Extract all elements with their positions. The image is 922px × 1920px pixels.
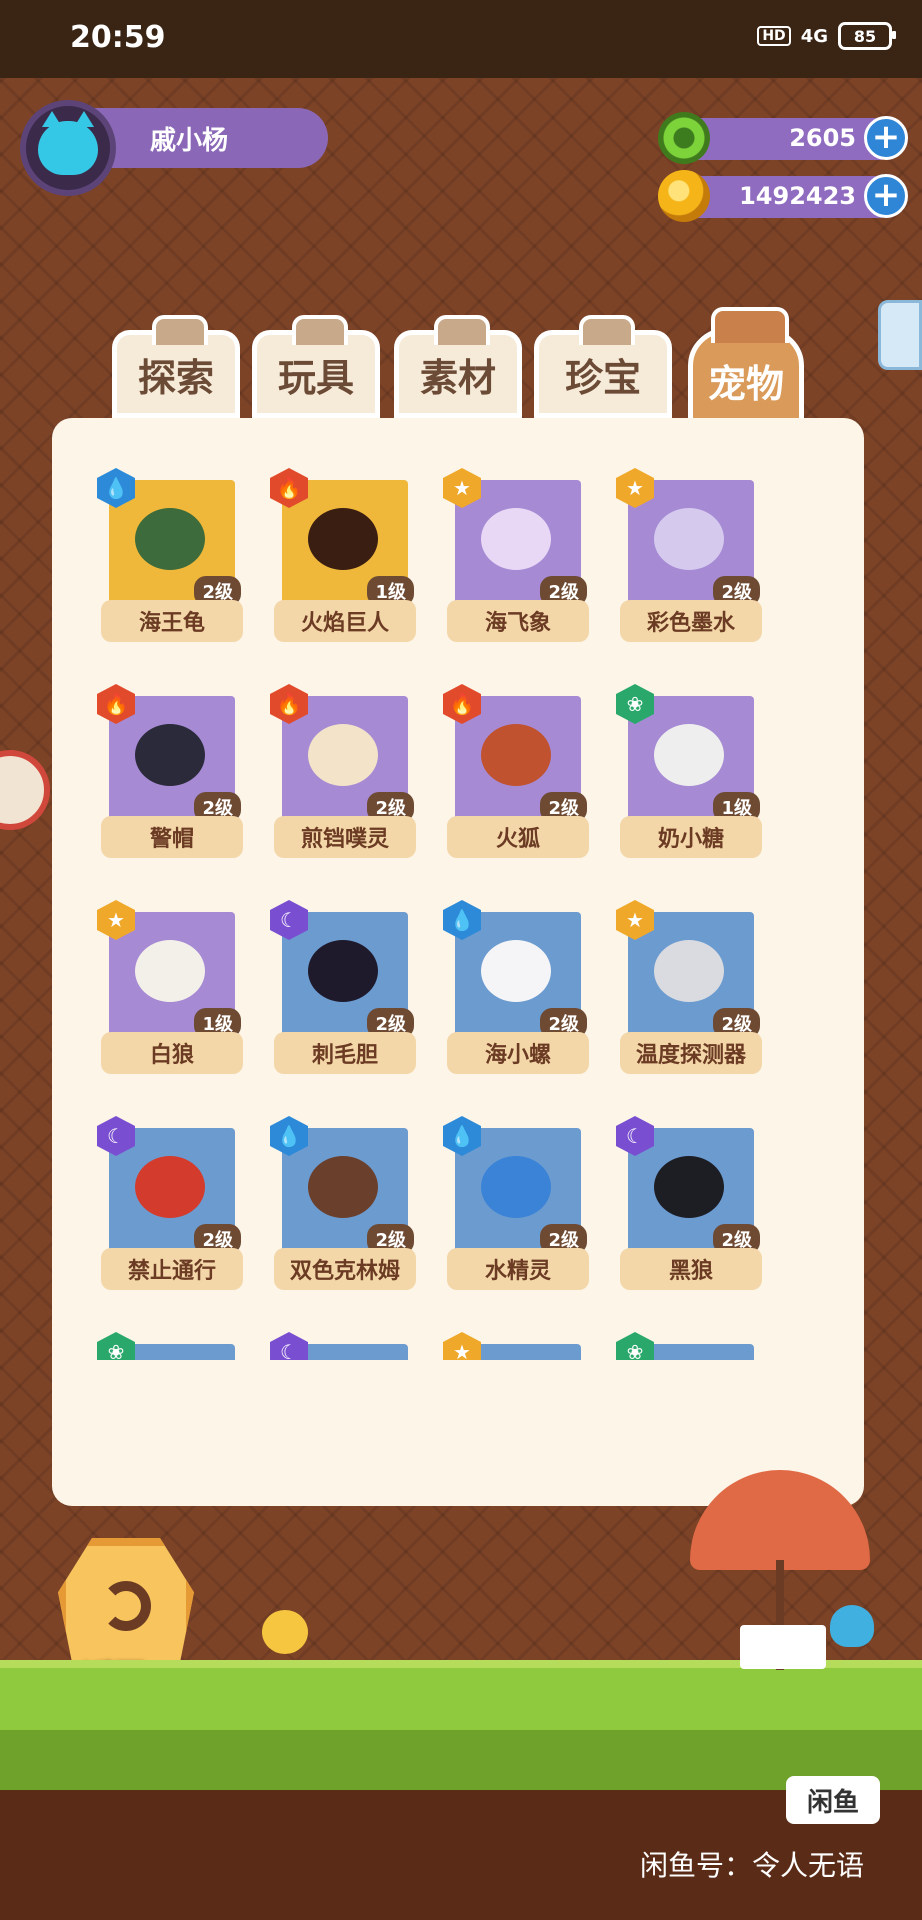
pet-card[interactable]: ★ 2级 海飞象 <box>443 460 593 642</box>
signal-icon: 4G <box>800 25 828 47</box>
pet-card[interactable]: 🔥 2级 警帽 <box>97 676 247 858</box>
side-menu-tab[interactable] <box>878 300 922 370</box>
pet-card[interactable]: 🔥 2级 火狐 <box>443 676 593 858</box>
pet-sprite <box>135 508 205 570</box>
player-name: 戚小杨 <box>150 126 229 156</box>
pet-name: 白狼 <box>101 1032 243 1074</box>
pet-name: 煎铛噗灵 <box>274 816 416 858</box>
pet-name: 双色克林姆 <box>274 1248 416 1290</box>
pet-name: 火狐 <box>447 816 589 858</box>
table-decoration <box>740 1625 826 1669</box>
tab-decoration <box>579 315 635 345</box>
pet-name: 刺毛胆 <box>274 1032 416 1074</box>
tab-decoration <box>292 315 348 345</box>
avatar[interactable] <box>20 100 116 196</box>
pet-name: 彩色墨水 <box>620 600 762 642</box>
status-bar: 20:59 HD 4G 85 <box>0 0 922 78</box>
element-star-icon: ★ <box>443 1332 481 1360</box>
pet-sprite <box>481 940 551 1002</box>
pet-name: 水精灵 <box>447 1248 589 1290</box>
coin-count: 1492423 <box>739 182 856 210</box>
pet-sprite <box>654 940 724 1002</box>
tab-toys[interactable]: 玩具 <box>252 315 380 418</box>
coin-icon <box>658 170 710 222</box>
tab-explore[interactable]: 探索 <box>112 315 240 418</box>
grass-ground <box>0 1660 922 1738</box>
pet-grid: 💧 2级 海王龟 🔥 1级 火焰巨人 ★ 2级 海飞象 ★ 2级 彩色墨水 🔥 2级 警帽 🔥 2级 煎铛噗灵 🔥 2… <box>52 460 864 1360</box>
pet-card[interactable]: 💧 2级 海小螺 <box>443 892 593 1074</box>
status-icons: HD 4G 85 <box>757 22 896 50</box>
pet-name: 火焰巨人 <box>274 600 416 642</box>
battery-icon: 85 <box>838 22 896 50</box>
tab-pets[interactable]: 宠物 <box>688 307 804 432</box>
tab-decoration <box>711 307 789 343</box>
pet-card[interactable]: 🔥 1级 火焰巨人 <box>270 460 420 642</box>
pet-card[interactable]: ❀ <box>97 1324 247 1360</box>
pet-card[interactable]: ☾ 2级 禁止通行 <box>97 1108 247 1290</box>
watermark-logo: 闲鱼 <box>786 1776 880 1824</box>
pet-sprite <box>654 1156 724 1218</box>
element-leaf-icon: ❀ <box>97 1332 135 1360</box>
tab-materials[interactable]: 素材 <box>394 315 522 418</box>
pet-card[interactable]: ☾ 2级 刺毛胆 <box>270 892 420 1074</box>
pet-sprite <box>308 940 378 1002</box>
gem-icon <box>658 112 710 164</box>
pet-sprite <box>481 508 551 570</box>
tab-label: 珍宝 <box>564 355 641 400</box>
pet-card[interactable]: ❀ 1级 奶小糖 <box>616 676 766 858</box>
pet-name: 海飞象 <box>447 600 589 642</box>
pet-name: 温度探测器 <box>620 1032 762 1074</box>
pet-sprite <box>654 724 724 786</box>
pet-card[interactable]: 🔥 2级 煎铛噗灵 <box>270 676 420 858</box>
pet-name: 奶小糖 <box>620 816 762 858</box>
pet-sprite <box>135 1156 205 1218</box>
pet-sprite <box>308 724 378 786</box>
pet-sprite <box>308 1156 378 1218</box>
grass-lower <box>0 1730 922 1790</box>
add-gem-button[interactable]: + <box>864 116 908 160</box>
pet-card[interactable]: ❀ <box>616 1324 766 1360</box>
tab-decoration <box>434 315 490 345</box>
tab-label: 探索 <box>137 355 214 400</box>
pet-name: 禁止通行 <box>101 1248 243 1290</box>
name-pill: 戚小杨 <box>90 108 328 168</box>
pet-name: 黑狼 <box>620 1248 762 1290</box>
add-coin-button[interactable]: + <box>864 174 908 218</box>
watermark-text: 闲鱼号：令人无语 <box>640 1849 865 1882</box>
pet-name: 海王龟 <box>101 600 243 642</box>
tab-label: 素材 <box>419 355 496 400</box>
pet-name: 警帽 <box>101 816 243 858</box>
pet-sprite <box>135 724 205 786</box>
pet-card[interactable]: 💧 2级 水精灵 <box>443 1108 593 1290</box>
cat-avatar-icon <box>38 111 98 175</box>
gem-currency: 2605 + <box>658 112 908 164</box>
tab-treasure[interactable]: 珍宝 <box>534 315 672 418</box>
coin-currency: 1492423 + <box>658 170 908 222</box>
pet-card[interactable]: 💧 2级 双色克林姆 <box>270 1108 420 1290</box>
pet-sprite <box>135 940 205 1002</box>
pet-card[interactable]: ★ 1级 白狼 <box>97 892 247 1074</box>
pet-card[interactable]: ☾ 2级 黑狼 <box>616 1108 766 1290</box>
tab-decoration <box>152 315 208 345</box>
pet-card[interactable]: ★ 2级 温度探测器 <box>616 892 766 1074</box>
return-arrow-icon <box>101 1581 151 1631</box>
tab-label: 玩具 <box>277 355 354 400</box>
clock: 20:59 <box>70 20 166 55</box>
sleeping-slime[interactable] <box>830 1605 874 1647</box>
chick-pet[interactable] <box>262 1610 308 1654</box>
element-leaf-icon: ❀ <box>616 1332 654 1360</box>
pet-sprite <box>481 724 551 786</box>
gem-count: 2605 <box>789 124 856 152</box>
hd-icon: HD <box>757 26 791 46</box>
element-moon-icon: ☾ <box>270 1332 308 1360</box>
tab-label: 宠物 <box>707 361 784 406</box>
pet-card[interactable]: ★ 2级 彩色墨水 <box>616 460 766 642</box>
pet-name: 海小螺 <box>447 1032 589 1074</box>
pet-card[interactable]: ☾ <box>270 1324 420 1360</box>
pet-card[interactable]: 💧 2级 海王龟 <box>97 460 247 642</box>
pet-card[interactable]: ★ <box>443 1324 593 1360</box>
pet-sprite <box>481 1156 551 1218</box>
pet-sprite <box>654 508 724 570</box>
pet-sprite <box>308 508 378 570</box>
